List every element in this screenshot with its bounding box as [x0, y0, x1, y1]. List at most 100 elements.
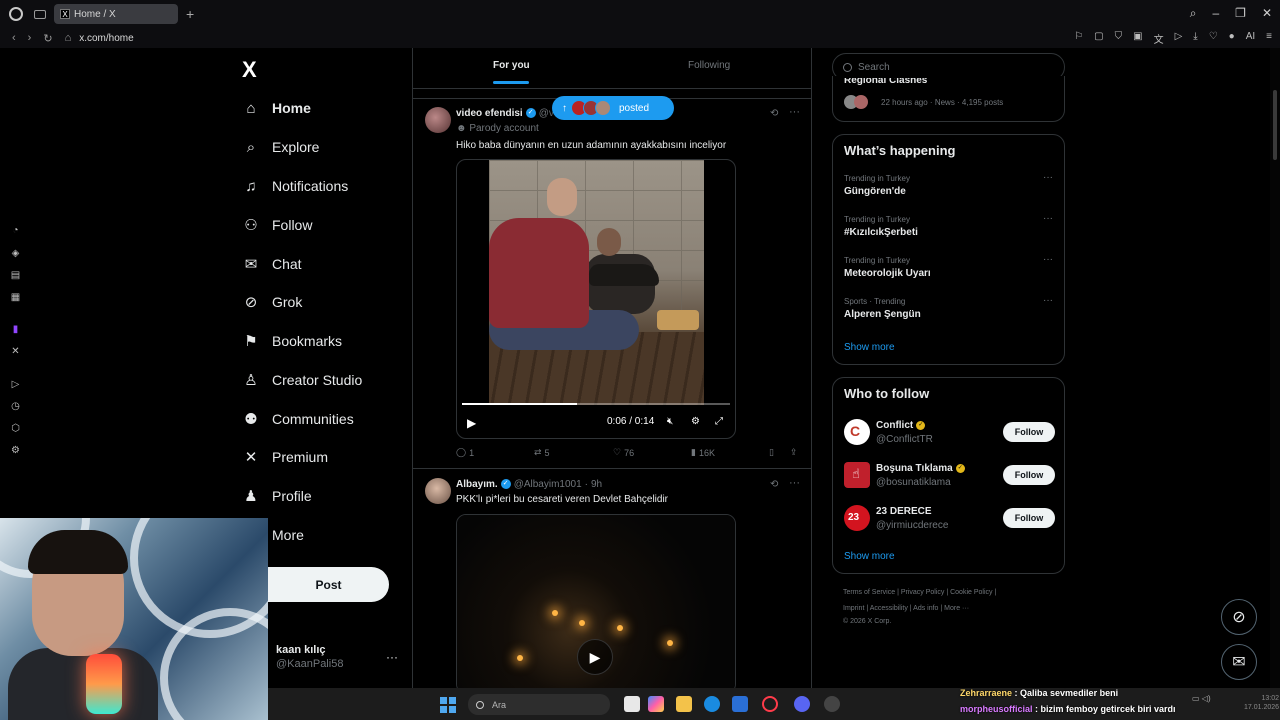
avatar[interactable]: C	[844, 419, 870, 445]
browser-tab[interactable]: X Home / X	[54, 4, 178, 24]
trend-more-icon[interactable]: ···	[1043, 172, 1053, 183]
messenger-icon[interactable]: ▦	[10, 292, 21, 303]
home-page-icon[interactable]: ⌂	[65, 32, 72, 44]
trend-name[interactable]: Güngören'de	[844, 186, 906, 197]
sidebar-item-home[interactable]: ⌂ Home	[242, 93, 310, 123]
avatar[interactable]: 23	[844, 505, 870, 531]
tab-for-you[interactable]: For you	[493, 60, 530, 71]
follow-button[interactable]: Follow	[1003, 422, 1055, 442]
adblock-icon[interactable]: ⛉	[1115, 31, 1123, 46]
trend-more-icon[interactable]: ···	[1043, 254, 1053, 265]
play-icon[interactable]: ▶	[467, 416, 476, 430]
taskbar-search-input[interactable]: Ara	[468, 694, 610, 715]
sidebar-item-profile[interactable]: ♟ Profile	[242, 481, 311, 511]
follow-button[interactable]: Follow	[1003, 465, 1055, 485]
avatar[interactable]	[425, 478, 451, 504]
scroll-thumb[interactable]	[1273, 90, 1277, 160]
reply-button[interactable]: ◯ 1	[456, 447, 474, 458]
store-icon[interactable]	[732, 696, 748, 712]
show-more-follow-link[interactable]: Show more	[844, 551, 895, 562]
more-icon[interactable]: ···	[789, 477, 800, 489]
like-button[interactable]: ♡ 76	[613, 447, 634, 458]
ai-icon[interactable]: AI	[1246, 31, 1255, 46]
windows-start-icon[interactable]	[440, 697, 456, 713]
account-more-icon[interactable]: ···	[386, 650, 398, 664]
news-card[interactable]: Regional Clashes 22 hours ago · News · 4…	[832, 76, 1065, 122]
sidebar-item-grok[interactable]: ⊘ Grok	[242, 287, 303, 317]
bookmark-icon[interactable]: ▯	[769, 447, 774, 458]
views-button[interactable]: ▮ 16K	[691, 447, 715, 458]
trend-name[interactable]: #KızılcıkŞerbeti	[844, 227, 918, 238]
aria-icon[interactable]: ◈	[10, 248, 21, 259]
video-progress-bar[interactable]	[462, 403, 730, 405]
tweet-author[interactable]: Albayım. ✓ @Albayim1001 · 9h	[456, 479, 602, 490]
sidebar-item-communities[interactable]: ⚉ Communities	[242, 404, 353, 434]
maximize-icon[interactable]: ❐	[1235, 6, 1246, 21]
trend-name[interactable]: Alperen Şengün	[844, 309, 921, 320]
mute-icon[interactable]: 🔇︎	[667, 416, 673, 427]
fullscreen-icon[interactable]: ⤢	[715, 416, 723, 427]
suggested-account-name[interactable]: 23 DERECE	[876, 506, 932, 517]
tweet[interactable]: video efendisi ✓ @v ☻ Parody account ⟲ ···…	[413, 99, 811, 469]
follow-button[interactable]: Follow	[1003, 508, 1055, 528]
repost-button[interactable]: ⇄ 5	[534, 447, 550, 458]
settings-icon[interactable]: ⚙	[10, 445, 21, 456]
trend-more-icon[interactable]: ···	[1043, 295, 1053, 306]
system-tray[interactable]: ▭ ◁)	[1192, 694, 1211, 703]
history-icon[interactable]: ◔	[10, 225, 21, 236]
minimize-icon[interactable]: –	[1212, 6, 1219, 21]
tweet[interactable]: Albayım. ✓ @Albayim1001 · 9h ⟲ ··· PKK'lı pi…	[413, 470, 811, 688]
video-settings-icon[interactable]: ⚙	[691, 416, 700, 427]
search-tabs-icon[interactable]: ⌕	[1190, 6, 1197, 21]
footer-links[interactable]: Terms of Service | Privacy Policy | Cook…	[843, 589, 996, 596]
url-field[interactable]: x.com/home	[79, 33, 133, 44]
discord-icon[interactable]	[794, 696, 810, 712]
suggested-account-name[interactable]: Conflict ✓	[876, 420, 926, 431]
account-switcher[interactable]: kaan kılıç @KaanPali58	[276, 644, 343, 670]
account-icon[interactable]: ●	[1229, 31, 1235, 46]
menu-icon[interactable]: ≡	[1266, 31, 1272, 46]
volume-icon[interactable]: ◁)	[1202, 694, 1211, 703]
extensions-sidebar-icon[interactable]: ⬡	[10, 423, 21, 434]
extension-icon[interactable]: ▣	[1133, 31, 1142, 46]
translate-icon[interactable]: 文	[1154, 31, 1164, 46]
tab-following[interactable]: Following	[688, 60, 730, 71]
reload-icon[interactable]: ↻	[43, 32, 52, 45]
player-sidebar-icon[interactable]: ▷	[10, 379, 21, 390]
twitch-icon[interactable]: ▮	[10, 324, 21, 335]
opera-logo-icon[interactable]	[9, 7, 23, 21]
snapshot-icon[interactable]: ▢	[1094, 31, 1103, 46]
notes-icon[interactable]: ▤	[10, 270, 21, 281]
avatar[interactable]: ☝	[844, 462, 870, 488]
clock-sidebar-icon[interactable]: ◷	[10, 401, 21, 412]
copilot-icon[interactable]	[648, 696, 664, 712]
tab-strip-icon[interactable]	[34, 9, 46, 19]
footer-links[interactable]: Imprint | Accessibility | Ads info | Mor…	[843, 605, 969, 612]
player-icon[interactable]: ▷	[1175, 31, 1183, 46]
bookmark-page-icon[interactable]: ⚐	[1074, 31, 1083, 46]
heart-icon[interactable]: ♡	[1209, 31, 1218, 46]
opera-taskbar-icon[interactable]	[762, 696, 778, 712]
taskbar-clock[interactable]: 13:02 17.01.2026	[1244, 694, 1279, 712]
messages-fab-icon[interactable]: ✉	[1221, 644, 1257, 680]
task-view-icon[interactable]	[624, 696, 640, 712]
trend-more-icon[interactable]: ···	[1043, 213, 1053, 224]
scrollbar[interactable]	[1270, 48, 1280, 688]
file-explorer-icon[interactable]	[676, 696, 692, 712]
download-icon[interactable]: ⤓	[1193, 31, 1197, 46]
new-posts-pill[interactable]: ↑ posted	[552, 96, 674, 120]
sidebar-item-creator-studio[interactable]: ♙ Creator Studio	[242, 365, 362, 395]
grok-explain-icon[interactable]: ⟲	[770, 108, 778, 119]
back-icon[interactable]: ‹	[12, 32, 16, 44]
tweet-author[interactable]: video efendisi ✓ @v	[456, 108, 554, 119]
sidebar-item-bookmarks[interactable]: ⚑ Bookmarks	[242, 326, 342, 356]
sidebar-item-explore[interactable]: ⌕ Explore	[242, 132, 320, 162]
show-more-trends-link[interactable]: Show more	[844, 342, 895, 353]
tweet-video[interactable]: ▶	[456, 514, 736, 688]
play-button[interactable]: ▶	[577, 639, 613, 675]
x-sidebar-icon[interactable]: ✕	[10, 346, 21, 357]
sidebar-item-chat[interactable]: ✉ Chat	[242, 249, 302, 279]
network-icon[interactable]: ▭	[1192, 694, 1200, 703]
avatar[interactable]	[425, 107, 451, 133]
x-logo-icon[interactable]: X	[242, 57, 257, 83]
